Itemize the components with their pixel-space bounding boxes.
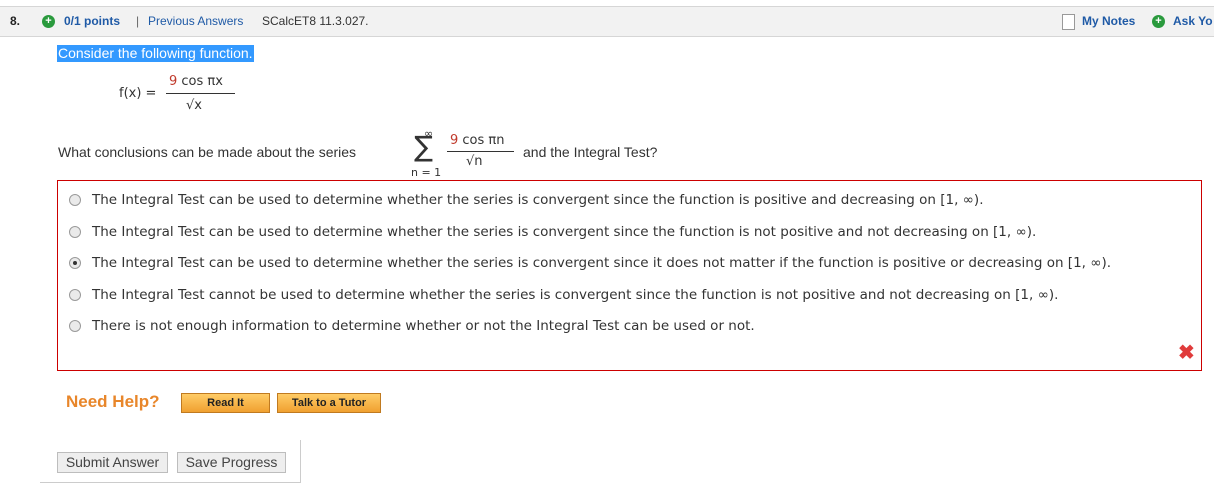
fraction-bar (166, 93, 235, 94)
question-suffix: and the Integral Test? (523, 144, 658, 160)
choice-4[interactable]: The Integral Test cannot be used to dete… (58, 284, 1201, 306)
problem-code: SCalcET8 11.3.027. (262, 14, 369, 28)
function-numerator-rest: cos πx (177, 74, 223, 89)
my-notes-link[interactable]: My Notes (1082, 14, 1135, 28)
intro-text: Consider the following function. (57, 45, 254, 62)
answer-choices: The Integral Test can be used to determi… (57, 180, 1202, 371)
plus-circle-icon[interactable]: + (1152, 15, 1165, 28)
ask-link[interactable]: Ask Yo (1173, 14, 1213, 28)
plus-circle-icon[interactable]: + (42, 15, 55, 28)
function-numerator: 9 cos πx (169, 74, 223, 89)
fraction-bar (447, 151, 514, 152)
submit-answer-button[interactable]: Submit Answer (57, 452, 168, 473)
choice-1[interactable]: The Integral Test can be used to determi… (58, 189, 1201, 211)
question-number: 8. (10, 14, 21, 28)
series-numerator-rest: cos πn (458, 133, 505, 148)
header-separator: | (136, 14, 140, 28)
incorrect-icon: ✖ (1178, 342, 1195, 364)
series-numerator: 9 cos πn (450, 133, 505, 148)
sigma-symbol: ∑ (414, 130, 433, 163)
radio-button[interactable] (69, 194, 81, 206)
choice-text[interactable]: The Integral Test can be used to determi… (92, 255, 1111, 271)
previous-answers-link[interactable]: Previous Answers (148, 14, 243, 28)
series-denominator: √n (466, 154, 483, 169)
notes-icon[interactable] (1062, 14, 1075, 30)
radio-button-selected[interactable] (69, 257, 81, 269)
sum-lower-limit: n = 1 (411, 166, 442, 179)
divider (40, 482, 301, 483)
radio-button[interactable] (69, 226, 81, 238)
points-link[interactable]: 0/1 points (64, 14, 120, 28)
radio-button[interactable] (69, 320, 81, 332)
function-denominator: √x (186, 98, 202, 113)
need-help-label: Need Help? (66, 392, 160, 411)
read-it-button[interactable]: Read It (181, 393, 270, 413)
choice-2[interactable]: The Integral Test can be used to determi… (58, 221, 1201, 243)
choice-5[interactable]: There is not enough information to deter… (58, 315, 1201, 337)
choice-text[interactable]: The Integral Test can be used to determi… (92, 192, 983, 208)
function-lhs: f(x) = (119, 86, 157, 101)
choice-text[interactable]: The Integral Test can be used to determi… (92, 224, 1036, 240)
radio-button[interactable] (69, 289, 81, 301)
choice-text[interactable]: The Integral Test cannot be used to dete… (92, 287, 1058, 303)
question-header: 8. + 0/1 points | Previous Answers SCalc… (0, 6, 1214, 37)
choice-3[interactable]: The Integral Test can be used to determi… (58, 252, 1201, 274)
choice-text[interactable]: There is not enough information to deter… (92, 318, 755, 334)
divider (300, 440, 301, 483)
question-prefix: What conclusions can be made about the s… (58, 144, 357, 160)
save-progress-button[interactable]: Save Progress (177, 452, 286, 473)
talk-to-tutor-button[interactable]: Talk to a Tutor (277, 393, 381, 413)
